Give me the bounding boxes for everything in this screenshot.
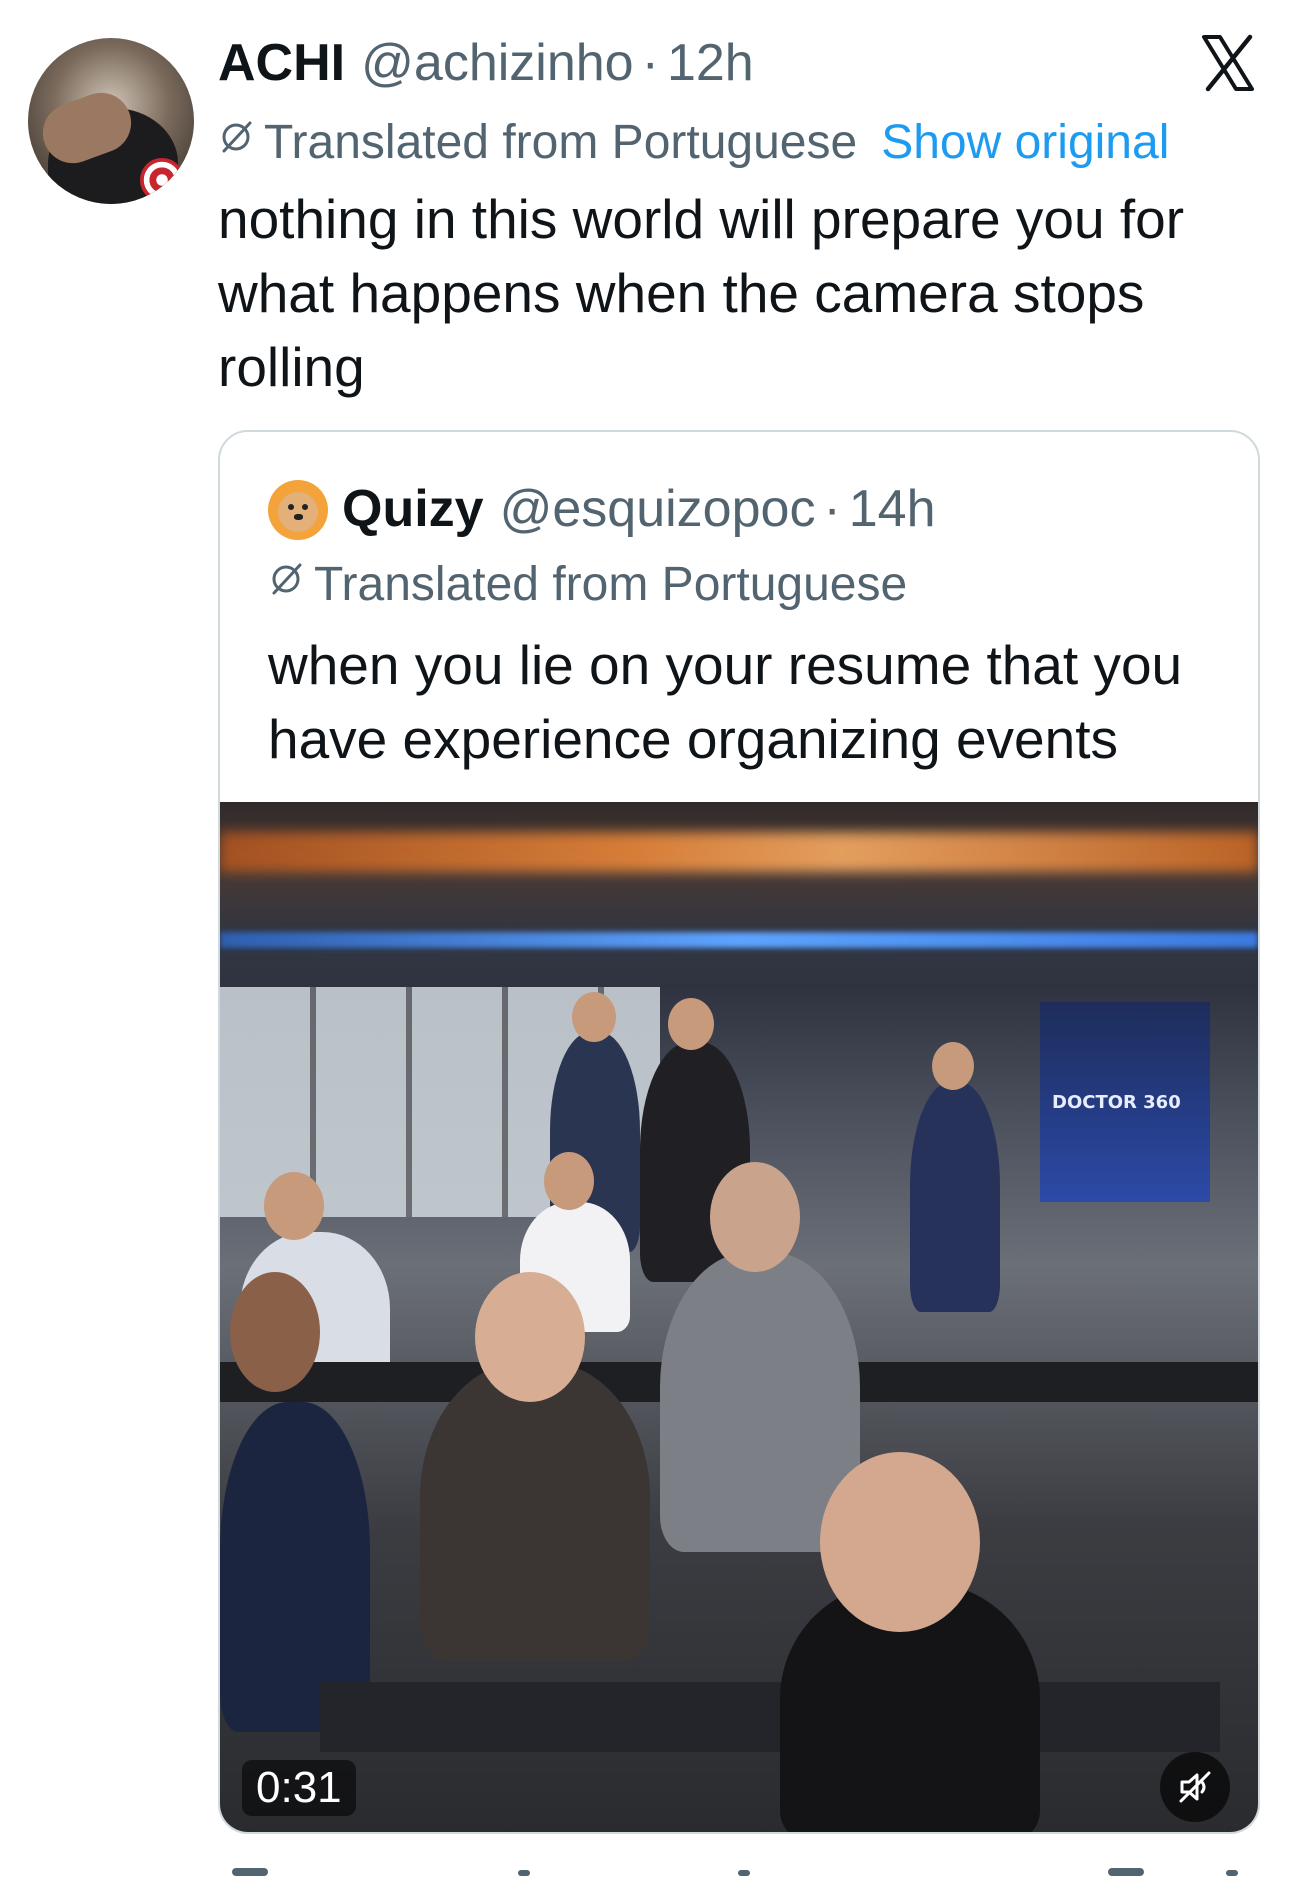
video-person <box>420 1362 650 1662</box>
avatar-eye <box>288 504 294 510</box>
video-player[interactable]: DOCTOR 360 0:31 <box>220 802 1258 1832</box>
video-person-head <box>544 1152 594 1210</box>
video-person <box>910 1082 1000 1312</box>
author-avatar[interactable] <box>28 38 194 204</box>
video-banner: DOCTOR 360 <box>1040 1002 1210 1202</box>
avatar-shield-emblem <box>140 158 184 202</box>
video-person-head <box>668 998 714 1050</box>
video-blue-light <box>220 932 1258 948</box>
video-person-head <box>932 1042 974 1090</box>
translate-slash-icon <box>218 119 254 165</box>
action-bar-partial <box>218 1862 1258 1876</box>
action-icons-partial <box>232 1868 1238 1876</box>
video-table <box>320 1682 1220 1752</box>
quoted-tweet-time[interactable]: 14h <box>849 479 936 539</box>
translation-row: Translated from Portuguese Show original <box>218 110 1169 174</box>
translation-note: Translated from Portuguese <box>264 115 858 169</box>
translate-slash-glyph <box>272 563 302 595</box>
video-banner-text: DOCTOR 360 <box>1052 1092 1181 1113</box>
video-person-head <box>475 1272 585 1402</box>
author-handle[interactable]: @achizinho <box>361 33 634 93</box>
tweet-header: ACHI @achizinho · 12h <box>218 28 754 98</box>
quoted-translation-row: Translated from Portuguese <box>268 552 907 616</box>
show-original-link[interactable]: Show original <box>881 115 1169 170</box>
quoted-author-avatar[interactable] <box>268 480 328 540</box>
x-logo-icon[interactable] <box>1200 34 1256 92</box>
quoted-tweet-card[interactable]: Quizy @esquizopoc · 14h Translated from … <box>218 430 1260 1834</box>
separator-dot: · <box>641 34 659 92</box>
x-logo-glyph <box>1202 34 1254 92</box>
avatar-eye <box>302 504 308 510</box>
video-person-head <box>230 1272 320 1392</box>
video-person-head <box>820 1452 980 1632</box>
video-ceiling-light <box>220 832 1258 872</box>
video-person-head <box>572 992 616 1042</box>
tweet-time[interactable]: 12h <box>667 33 754 93</box>
avatar-nose <box>294 514 303 520</box>
author-name[interactable]: ACHI <box>218 33 345 93</box>
quoted-author-name[interactable]: Quizy <box>342 479 484 539</box>
video-person-head <box>264 1172 324 1240</box>
quoted-translation-note: Translated from Portuguese <box>314 557 908 611</box>
translate-slash-glyph <box>222 121 252 153</box>
video-ceiling <box>220 802 1258 952</box>
video-duration-badge: 0:31 <box>242 1760 356 1816</box>
speaker-muted-icon <box>1179 1771 1211 1803</box>
quoted-tweet-text: when you lie on your resume that you hav… <box>268 634 1183 770</box>
tweet-text: nothing in this world will prepare you f… <box>218 188 1185 398</box>
quoted-tweet-header: Quizy @esquizopoc · 14h <box>342 476 936 542</box>
avatar-dog-face <box>278 492 318 532</box>
video-person-head <box>710 1162 800 1272</box>
separator-dot: · <box>823 480 841 538</box>
mute-button[interactable] <box>1160 1752 1230 1822</box>
quoted-author-handle[interactable]: @esquizopoc <box>500 479 816 539</box>
translate-slash-icon <box>268 561 304 607</box>
